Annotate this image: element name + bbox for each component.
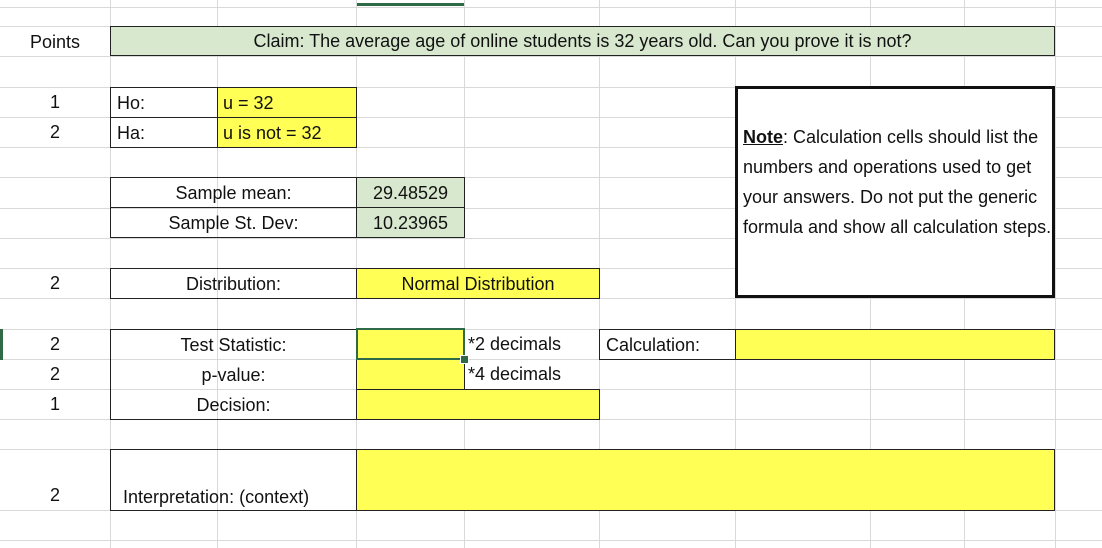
- ha-input[interactable]: u is not = 32: [217, 117, 357, 148]
- sample-sd-value[interactable]: 10.23965: [356, 207, 465, 238]
- grid-line: [0, 7, 1102, 8]
- p-value-input[interactable]: [356, 359, 465, 390]
- ha-label[interactable]: Ha:: [110, 117, 218, 148]
- test-statistic-label[interactable]: Test Statistic:: [110, 331, 357, 359]
- ho-label[interactable]: Ho:: [110, 87, 218, 118]
- sample-mean-value[interactable]: 29.48529: [356, 177, 465, 208]
- interpretation-label[interactable]: Interpretation: (context): [110, 449, 357, 511]
- claim-banner[interactable]: Claim: The average age of online student…: [110, 26, 1055, 56]
- sample-sd-label[interactable]: Sample St. Dev:: [110, 207, 357, 238]
- points-interpretation[interactable]: 2: [0, 480, 110, 510]
- calculation-input[interactable]: [735, 329, 1055, 360]
- points-distribution[interactable]: 2: [0, 268, 110, 298]
- active-cell-selection: [356, 328, 465, 360]
- fill-handle[interactable]: [460, 355, 469, 364]
- sample-mean-label[interactable]: Sample mean:: [110, 177, 357, 208]
- p-value-label[interactable]: p-value:: [110, 361, 357, 389]
- ho-input[interactable]: u = 32: [217, 87, 357, 118]
- grid-line: [0, 56, 1102, 57]
- points-decision[interactable]: 1: [0, 389, 110, 419]
- column-header-highlight: [357, 3, 464, 6]
- decision-label[interactable]: Decision:: [110, 391, 357, 419]
- decision-input[interactable]: [356, 389, 600, 420]
- points-p-value[interactable]: 2: [0, 359, 110, 389]
- calculation-label[interactable]: Calculation:: [599, 329, 736, 360]
- points-ho[interactable]: 1: [0, 87, 110, 117]
- distribution-label[interactable]: Distribution:: [110, 268, 357, 299]
- grid-line: [0, 540, 1102, 541]
- interpretation-input[interactable]: [356, 449, 1055, 511]
- points-header[interactable]: Points: [0, 27, 110, 56]
- grid-line: [1055, 0, 1056, 548]
- test-statistic-note[interactable]: *2 decimals: [466, 329, 599, 359]
- note-text: : Calculation cells should list the numb…: [743, 127, 1052, 237]
- distribution-input[interactable]: Normal Distribution: [356, 268, 600, 299]
- points-ha[interactable]: 2: [0, 117, 110, 147]
- note-textbox[interactable]: Note: Calculation cells should list the …: [735, 86, 1055, 298]
- p-value-note[interactable]: *4 decimals: [466, 359, 599, 389]
- note-label: Note: [743, 127, 783, 147]
- points-test-statistic[interactable]: 2: [0, 329, 110, 359]
